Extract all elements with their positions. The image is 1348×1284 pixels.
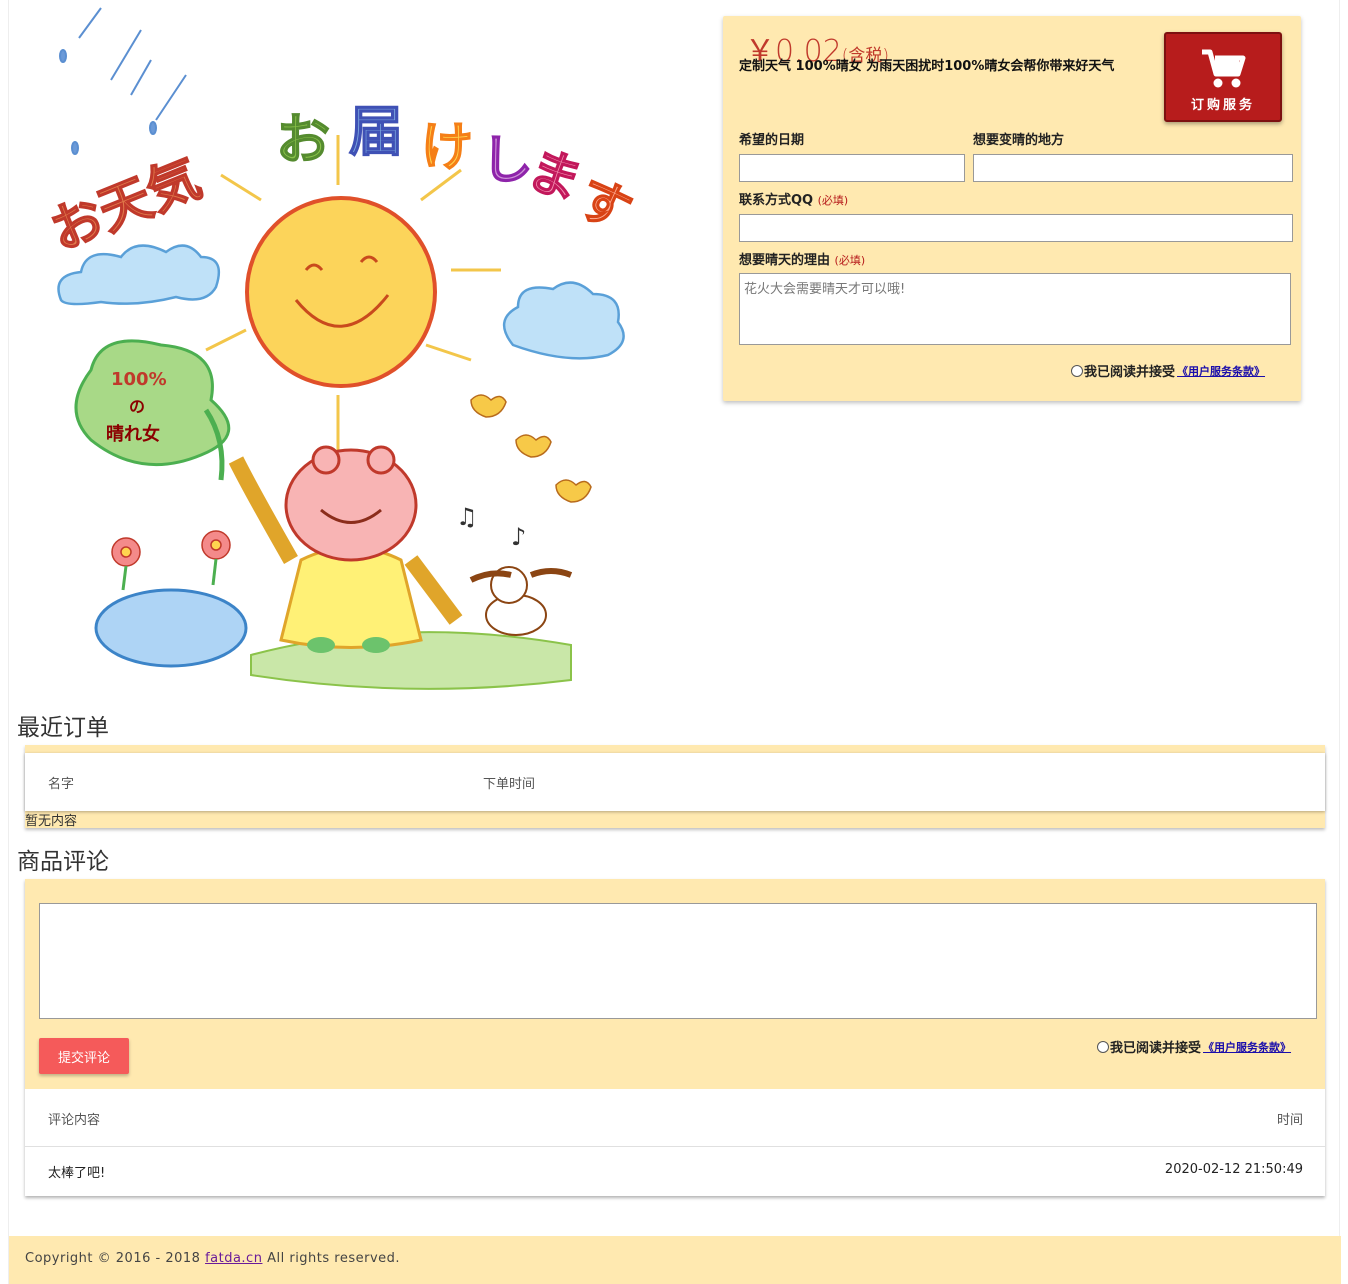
svg-text:の: の xyxy=(129,397,145,416)
review-terms-link[interactable]: 《用户服务条款》 xyxy=(1203,1039,1291,1055)
order-panel: ￥0.02(含税) 定制天气 100%晴女 为雨天困扰时100%晴女会帮你带来好… xyxy=(723,16,1301,401)
birds xyxy=(470,394,592,503)
reviews-table: 评论内容 时间 太棒了吧! 2020-02-12 21:50:49 xyxy=(25,1089,1325,1196)
review-row-time: 2020-02-12 21:50:49 xyxy=(1164,1162,1303,1177)
orders-column-time: 下单时间 xyxy=(483,777,536,792)
footer-site-link[interactable]: fatda.cn xyxy=(205,1251,262,1266)
date-input[interactable] xyxy=(739,154,965,182)
order-service-button[interactable]: 订购服务 xyxy=(1164,32,1282,122)
orders-column-name: 名字 xyxy=(48,777,75,792)
dog-character xyxy=(469,566,573,636)
place-input[interactable] xyxy=(973,154,1293,182)
svg-text:届: 届 xyxy=(349,100,403,163)
flowers xyxy=(111,530,231,591)
review-terms-text: 我已阅读并接受 xyxy=(1110,1041,1202,1056)
reason-label: 想要晴天的理由 (必填) xyxy=(739,249,865,268)
svg-text:♫: ♫ xyxy=(456,503,478,531)
order-terms-radio[interactable] xyxy=(1071,364,1083,377)
order-terms-agreement: 我已阅读并接受 《用户服务条款》 xyxy=(1071,361,1265,380)
cart-icon xyxy=(1202,49,1246,88)
order-service-label: 订购服务 xyxy=(1190,98,1255,113)
qq-label-text: 联系方式QQ xyxy=(739,193,814,208)
copyright-suffix: All rights reserved. xyxy=(267,1251,401,1266)
frog-character xyxy=(228,445,463,653)
reason-textarea[interactable]: 花火大会需要晴天才可以哦! xyxy=(739,273,1291,345)
order-terms-text: 我已阅读并接受 xyxy=(1084,365,1176,380)
recent-orders-table: 名字 下单时间 xyxy=(25,753,1325,811)
reviews-title: 商品评论 xyxy=(17,849,109,875)
order-terms-link[interactable]: 《用户服务条款》 xyxy=(1177,363,1265,379)
copyright-prefix: Copyright © 2016 - 2018 xyxy=(25,1251,201,1266)
reviews-column-content: 评论内容 xyxy=(48,1113,101,1128)
review-terms-radio[interactable] xyxy=(1097,1040,1109,1053)
reason-label-text: 想要晴天的理由 xyxy=(739,253,831,268)
svg-text:お: お xyxy=(276,108,330,171)
recent-orders-title: 最近订单 xyxy=(17,715,109,741)
svg-text:け: け xyxy=(421,118,473,178)
review-input[interactable] xyxy=(39,903,1317,1019)
footer-copyright: Copyright © 2016 - 2018 fatda.cn All rig… xyxy=(25,1251,400,1266)
product-illustration: お天気 お 届 け し ま す 100% の 晴れ女 ♫ ♪ xyxy=(41,7,641,690)
rain-drops xyxy=(59,7,187,155)
review-terms-agreement: 我已阅读并接受 《用户服务条款》 xyxy=(1097,1037,1291,1056)
svg-text:晴れ女: 晴れ女 xyxy=(106,423,160,445)
footer: Copyright © 2016 - 2018 fatda.cn All rig… xyxy=(9,1236,1341,1284)
svg-text:100%: 100% xyxy=(111,369,167,390)
svg-text:♪: ♪ xyxy=(511,523,526,551)
required-mark: (必填) xyxy=(817,194,849,207)
date-label: 希望的日期 xyxy=(739,133,805,148)
music-notes: ♫ ♪ xyxy=(456,503,526,551)
place-label: 想要变晴的地方 xyxy=(973,133,1065,148)
qq-input[interactable] xyxy=(739,214,1293,242)
row-divider xyxy=(25,1146,1325,1147)
page: お天気 お 届 け し ま す 100% の 晴れ女 ♫ ♪ ￥0.02(含税)… xyxy=(8,0,1341,1284)
required-mark: (必填) xyxy=(834,254,866,267)
review-row-content: 太棒了吧! xyxy=(48,1166,106,1181)
submit-review-button[interactable]: 提交评论 xyxy=(39,1038,129,1074)
orders-empty-text: 暂无内容 xyxy=(25,814,78,829)
sun xyxy=(245,196,437,388)
reviews-panel: 提交评论 我已阅读并接受 《用户服务条款》 评论内容 时间 太棒了吧! 2020… xyxy=(25,879,1325,1196)
pond xyxy=(94,588,248,668)
product-description: 定制天气 100%晴女 为雨天困扰时100%晴女会帮你带来好天气 xyxy=(739,59,1115,74)
leaf-badge: 100% の 晴れ女 xyxy=(74,339,231,481)
reviews-column-time: 时间 xyxy=(1276,1113,1303,1128)
recent-orders-panel: 名字 下单时间 暂无内容 xyxy=(25,745,1325,829)
qq-label: 联系方式QQ (必填) xyxy=(739,189,848,208)
